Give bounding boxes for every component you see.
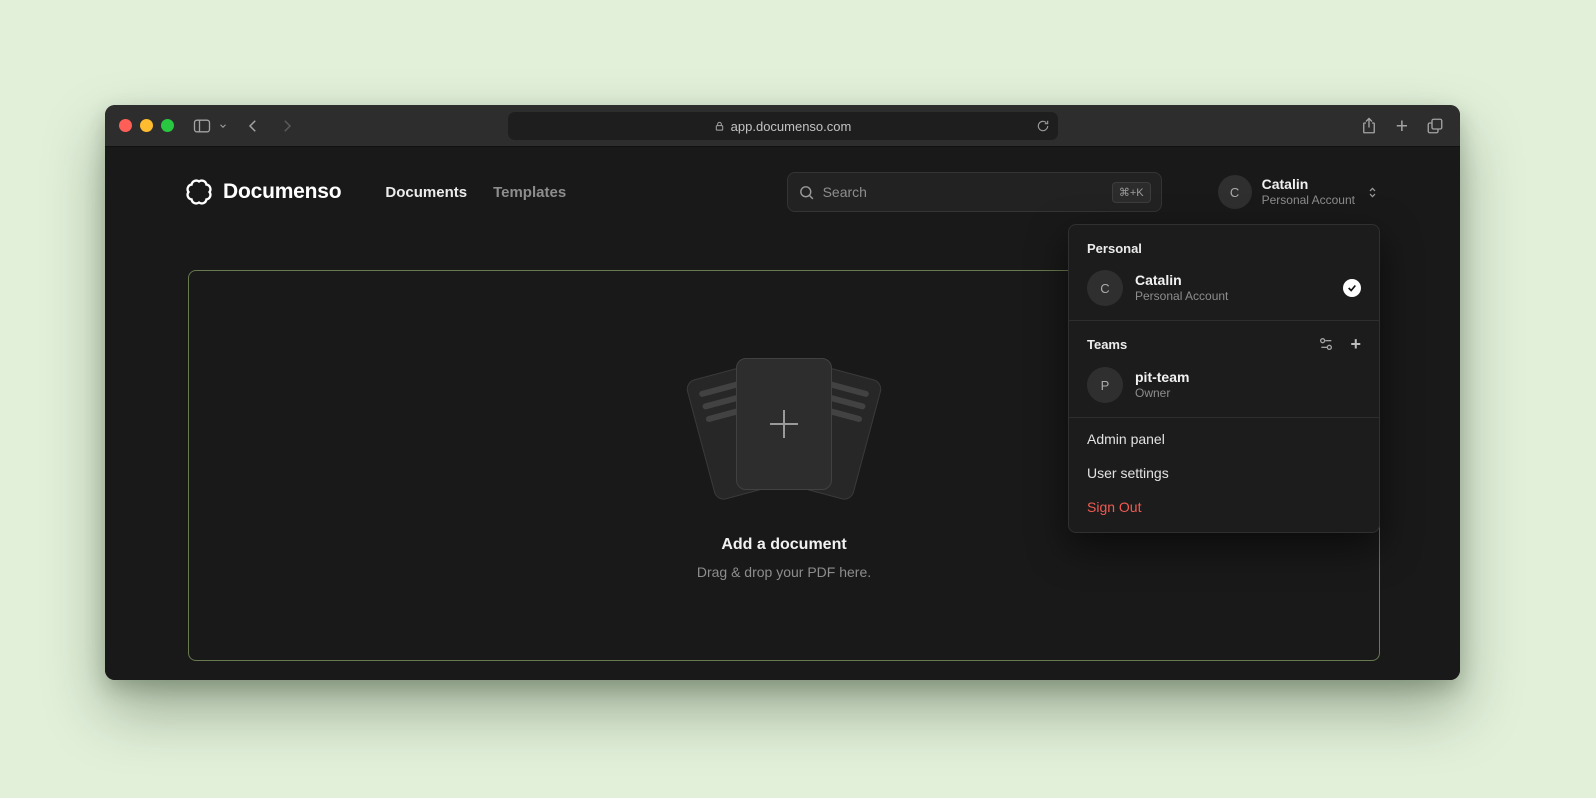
browser-window: app.documenso.com + — [105, 105, 1460, 680]
minimize-window-button[interactable] — [140, 119, 153, 132]
team-settings-icon[interactable] — [1318, 336, 1334, 352]
personal-account-text: Catalin Personal Account — [1135, 271, 1228, 305]
dropzone-subtitle: Drag & drop your PDF here. — [697, 564, 871, 580]
teams-actions: + — [1318, 335, 1361, 353]
personal-account-subtitle: Personal Account — [1135, 289, 1228, 305]
tab-overview-icon[interactable] — [1426, 117, 1444, 135]
sidebar-toggle-icon[interactable] — [192, 116, 212, 136]
address-bar[interactable]: app.documenso.com — [508, 112, 1058, 140]
search-shortcut-hint: ⌘+K — [1112, 182, 1151, 203]
lock-icon — [714, 121, 725, 132]
titlebar-right-controls: + — [1360, 105, 1444, 147]
team-item[interactable]: P pit-team Owner — [1069, 359, 1379, 413]
team-name: pit-team — [1135, 368, 1189, 386]
documents-illustration — [669, 352, 899, 510]
account-subtitle: Personal Account — [1262, 193, 1355, 208]
search-box[interactable]: ⌘+K — [787, 172, 1162, 212]
account-text: Catalin Personal Account — [1262, 176, 1355, 209]
search-icon — [798, 184, 815, 201]
nav-documents[interactable]: Documents — [385, 184, 467, 201]
menu-divider — [1069, 417, 1379, 418]
address-text: app.documenso.com — [731, 119, 852, 134]
window-controls — [119, 119, 174, 132]
account-avatar: C — [1218, 175, 1252, 209]
close-window-button[interactable] — [119, 119, 132, 132]
menu-item-sign-out[interactable]: Sign Out — [1069, 490, 1379, 524]
teams-section-label: Teams + — [1069, 325, 1379, 359]
add-team-icon[interactable]: + — [1350, 335, 1361, 353]
personal-account-name: Catalin — [1135, 271, 1228, 289]
team-text: pit-team Owner — [1135, 368, 1189, 402]
account-dropdown-menu: Personal C Catalin Personal Account Team… — [1068, 224, 1380, 533]
brand-logo-link[interactable]: Documenso — [185, 178, 341, 206]
main-nav: Documents Templates — [385, 184, 566, 201]
reload-icon[interactable] — [1036, 119, 1050, 133]
documenso-logo-icon — [185, 178, 213, 206]
brand-name: Documenso — [223, 180, 341, 204]
personal-account-avatar: C — [1087, 270, 1123, 306]
menu-item-user-settings[interactable]: User settings — [1069, 456, 1379, 490]
zoom-window-button[interactable] — [161, 119, 174, 132]
back-button-icon[interactable] — [244, 117, 262, 135]
menu-item-admin-panel[interactable]: Admin panel — [1069, 422, 1379, 456]
menu-divider — [1069, 320, 1379, 321]
dropzone-title: Add a document — [721, 536, 846, 554]
team-avatar: P — [1087, 367, 1123, 403]
teams-label-text: Teams — [1087, 337, 1127, 352]
personal-account-item[interactable]: C Catalin Personal Account — [1069, 262, 1379, 316]
personal-section-label: Personal — [1069, 231, 1379, 262]
share-icon[interactable] — [1360, 117, 1378, 135]
documenso-app: Documenso Documents Templates ⌘+K C Cata… — [105, 147, 1460, 680]
account-menu-trigger[interactable]: C Catalin Personal Account — [1218, 175, 1380, 209]
new-tab-icon[interactable]: + — [1396, 116, 1408, 137]
nav-templates[interactable]: Templates — [493, 184, 566, 201]
plus-icon — [763, 403, 805, 445]
selected-check-icon — [1343, 279, 1361, 297]
chevrons-up-down-icon — [1365, 185, 1380, 200]
browser-titlebar: app.documenso.com + — [105, 105, 1460, 147]
team-role: Owner — [1135, 386, 1189, 402]
forward-button-icon[interactable] — [278, 117, 296, 135]
search-input[interactable] — [823, 184, 1104, 200]
account-name: Catalin — [1262, 176, 1355, 194]
illustration-card-center — [736, 358, 832, 490]
sidebar-chevron-down-icon[interactable] — [218, 121, 228, 131]
